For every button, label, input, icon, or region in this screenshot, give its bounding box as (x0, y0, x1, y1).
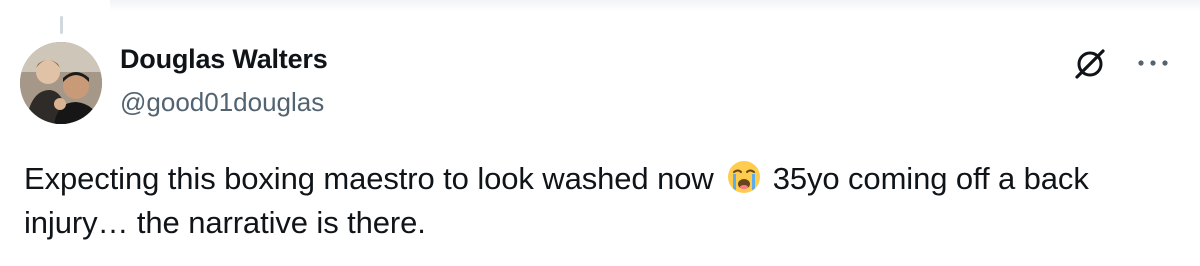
avatar[interactable] (20, 42, 102, 124)
previous-content-strip (110, 0, 1200, 12)
thread-connector-line (60, 16, 63, 34)
tweet-text-part-1: Expecting this boxing maestro to look wa… (24, 161, 714, 196)
grok-icon[interactable] (1070, 44, 1110, 84)
tweet-text: Expecting this boxing maestro to look wa… (24, 157, 1184, 245)
more-options-icon[interactable] (1133, 48, 1173, 78)
author-name[interactable]: Douglas Walters (120, 44, 328, 75)
loudly-crying-face-icon (726, 159, 762, 195)
author-handle[interactable]: @good01douglas (120, 87, 324, 118)
